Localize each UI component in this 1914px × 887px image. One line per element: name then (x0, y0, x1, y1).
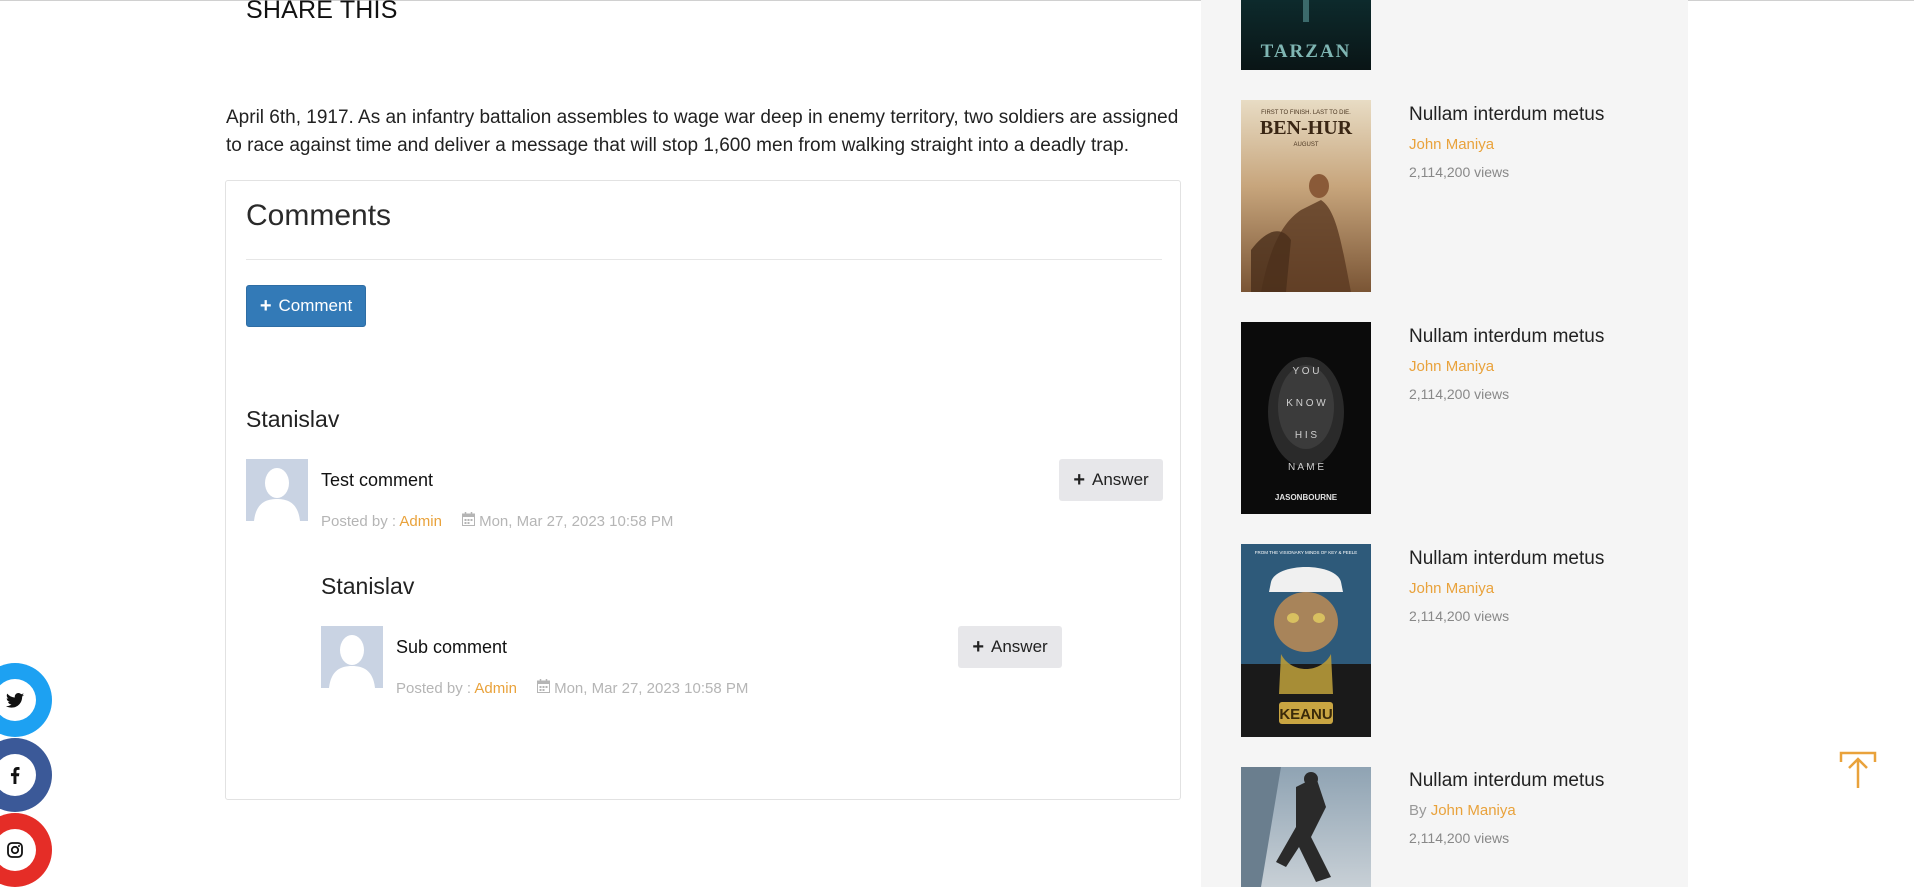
facebook-icon (0, 754, 36, 796)
poster-title: BEN-HUR (1260, 117, 1353, 139)
posted-by-link[interactable]: Admin (399, 513, 442, 530)
poster-tagline: FIRST TO FINISH. LAST TO DIE. (1261, 110, 1351, 116)
poster-title: TARZAN (1261, 41, 1352, 62)
poster-title: KEANU (1279, 706, 1332, 723)
answer-button[interactable]: + Answer (958, 626, 1062, 668)
page: SHARE THIS April 6th, 1917. As an infant… (0, 0, 1914, 887)
video-author[interactable]: John Maniya (1409, 358, 1494, 375)
twitter-share-button[interactable] (0, 663, 52, 737)
facebook-share-button[interactable] (0, 738, 52, 812)
video-author: By John Maniya (1409, 802, 1516, 819)
share-title: SHARE THIS (246, 0, 398, 24)
author-link[interactable]: John Maniya (1431, 802, 1516, 819)
video-title[interactable]: Nullam interdum metus (1409, 548, 1604, 570)
comments-title: Comments (246, 199, 392, 232)
comment-author: Stanislav (246, 406, 340, 432)
avatar (321, 626, 383, 688)
poster-word: H I S (1295, 430, 1318, 441)
add-comment-label: Comment (278, 296, 353, 315)
video-views: 2,114,200 views (1409, 830, 1510, 846)
reply-author: Stanislav (321, 573, 415, 599)
twitter-icon (0, 679, 36, 721)
comments-panel: Comments + Comment Stanislav Test commen… (225, 180, 1181, 800)
poster-word: K N O W (1286, 398, 1326, 409)
plus-icon: + (1073, 469, 1085, 491)
video-title[interactable]: Nullam interdum metus (1409, 770, 1604, 792)
user-silhouette-icon (321, 626, 383, 688)
video-views: 2,114,200 views (1409, 386, 1510, 402)
reply-date: Mon, Mar 27, 2023 10:58 PM (554, 680, 749, 697)
calendar-icon (537, 679, 551, 697)
video-title[interactable]: Nullam interdum metus (1409, 326, 1604, 348)
comments-divider (246, 259, 1162, 260)
answer-button[interactable]: + Answer (1059, 459, 1163, 501)
sidebar: TARZAN FIRST TO FINISH. LAST TO DIE. BEN… (1201, 0, 1688, 887)
reply-text: Sub comment (396, 637, 508, 657)
instagram-icon (0, 829, 36, 871)
video-author[interactable]: John Maniya (1409, 136, 1494, 153)
poster-word: N A M E (1288, 462, 1324, 473)
instagram-share-button[interactable] (0, 813, 52, 887)
poster-tarzan[interactable]: TARZAN (1241, 0, 1371, 70)
video-title[interactable]: Nullam interdum metus (1409, 104, 1604, 126)
video-views: 2,114,200 views (1409, 608, 1510, 624)
add-comment-button[interactable]: + Comment (246, 285, 366, 327)
avatar (246, 459, 308, 521)
poster-keanu[interactable]: FROM THE VISIONARY MINDS OF KEY & PEELE … (1241, 544, 1371, 737)
posted-by-link[interactable]: Admin (474, 680, 517, 697)
poster-jason-bourne[interactable]: Y O U K N O W H I S N A M E JASONBOURNE (1241, 322, 1371, 514)
posted-by-label: Posted by : (321, 513, 400, 530)
movie-description: April 6th, 1917. As an infantry battalio… (226, 107, 1179, 156)
answer-label: Answer (1092, 470, 1149, 489)
poster-month: AUGUST (1293, 142, 1318, 148)
answer-label: Answer (991, 637, 1048, 656)
user-silhouette-icon (246, 459, 308, 521)
poster-action[interactable] (1241, 767, 1371, 887)
comment-date: Mon, Mar 27, 2023 10:58 PM (479, 513, 674, 530)
calendar-icon (462, 512, 476, 530)
plus-icon: + (259, 295, 272, 317)
comment-meta: Posted by : Admin Mon, Mar 27, 2023 10:5… (321, 512, 673, 530)
poster-ben-hur[interactable]: FIRST TO FINISH. LAST TO DIE. BEN-HUR AU… (1241, 100, 1371, 292)
poster-word: Y O U (1292, 366, 1319, 377)
posted-by-label: Posted by : (396, 680, 475, 697)
poster-title: JASONBOURNE (1275, 493, 1338, 502)
video-author[interactable]: John Maniya (1409, 580, 1494, 597)
video-views: 2,114,200 views (1409, 164, 1510, 180)
arrow-up-icon (1839, 751, 1877, 788)
comment-text: Test comment (321, 470, 434, 490)
back-to-top-button[interactable] (1838, 750, 1878, 790)
reply-meta: Posted by : Admin Mon, Mar 27, 2023 10:5… (396, 679, 748, 697)
by-label: By (1409, 802, 1431, 819)
plus-icon: + (972, 636, 984, 658)
poster-tagline: FROM THE VISIONARY MINDS OF KEY & PEELE (1255, 550, 1357, 555)
